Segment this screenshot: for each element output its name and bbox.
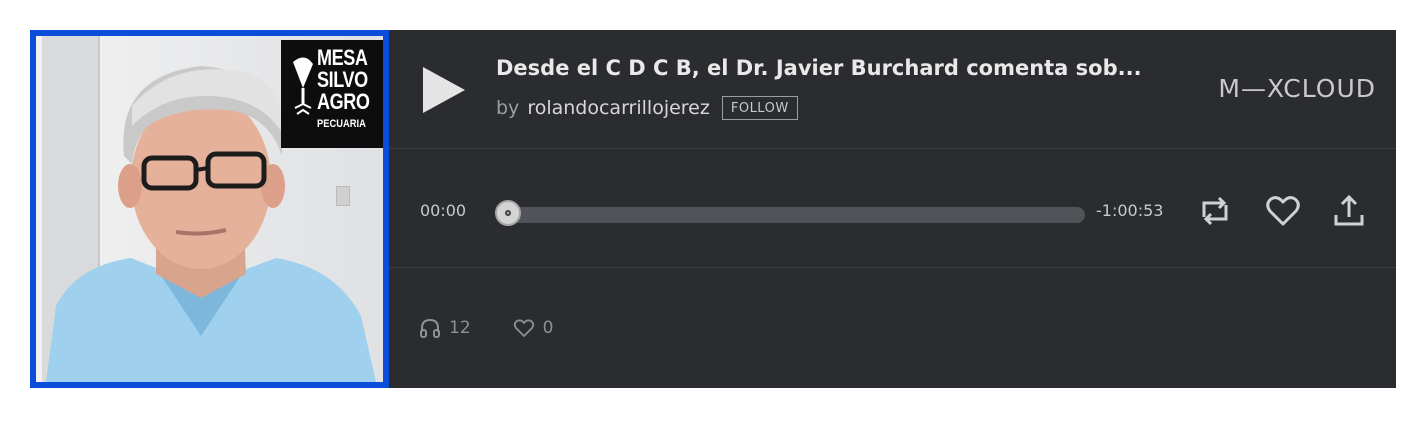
follow-button[interactable]: FOLLOW (721, 96, 798, 120)
share-button[interactable] (1329, 191, 1369, 231)
track-title[interactable]: Desde el C D C B, el Dr. Javier Burchard… (496, 56, 1168, 80)
repost-button[interactable] (1195, 191, 1235, 231)
share-icon (1334, 194, 1364, 226)
mixcloud-widget: MESA SILVO AGRO PECUARIA Desde el C D C … (30, 30, 1396, 388)
play-button[interactable] (419, 64, 467, 116)
logo-line-1: MESA (317, 45, 368, 70)
stats-row: 12 0 (389, 268, 1396, 387)
current-time: 00:00 (420, 201, 467, 220)
progress-bar[interactable] (499, 207, 1085, 223)
header-row: Desde el C D C B, el Dr. Javier Burchard… (389, 30, 1396, 149)
progress-row: 00:00 -1:00:53 (389, 149, 1396, 268)
heart-icon (1266, 196, 1300, 226)
logo-line-4: PECUARIA (317, 118, 366, 130)
favorite-button[interactable] (1263, 191, 1303, 231)
mixcloud-logo[interactable]: M—XCLOUD (1218, 74, 1376, 103)
stats: 12 0 (419, 317, 553, 339)
byline: by rolandocarrillojerez FOLLOW (496, 96, 798, 120)
play-icon (423, 67, 465, 113)
headphones-icon (420, 318, 440, 338)
remaining-time: -1:00:53 (1096, 201, 1164, 220)
cover-artwork[interactable]: MESA SILVO AGRO PECUARIA (30, 30, 389, 388)
artwork-logo: MESA SILVO AGRO PECUARIA (281, 40, 383, 148)
repost-icon (1202, 196, 1228, 226)
heart-outline-icon (513, 319, 534, 337)
microphone-icon (293, 57, 313, 115)
logo-line-2: SILVO (317, 67, 368, 92)
favorite-count: 0 (542, 318, 554, 338)
by-label: by (496, 97, 520, 119)
player-panel: Desde el C D C B, el Dr. Javier Burchard… (389, 30, 1396, 388)
logo-line-3: AGRO (317, 89, 370, 114)
uploader-link[interactable]: rolandocarrillojerez (527, 97, 710, 119)
progress-handle[interactable] (495, 200, 521, 226)
play-count: 12 (449, 318, 471, 338)
